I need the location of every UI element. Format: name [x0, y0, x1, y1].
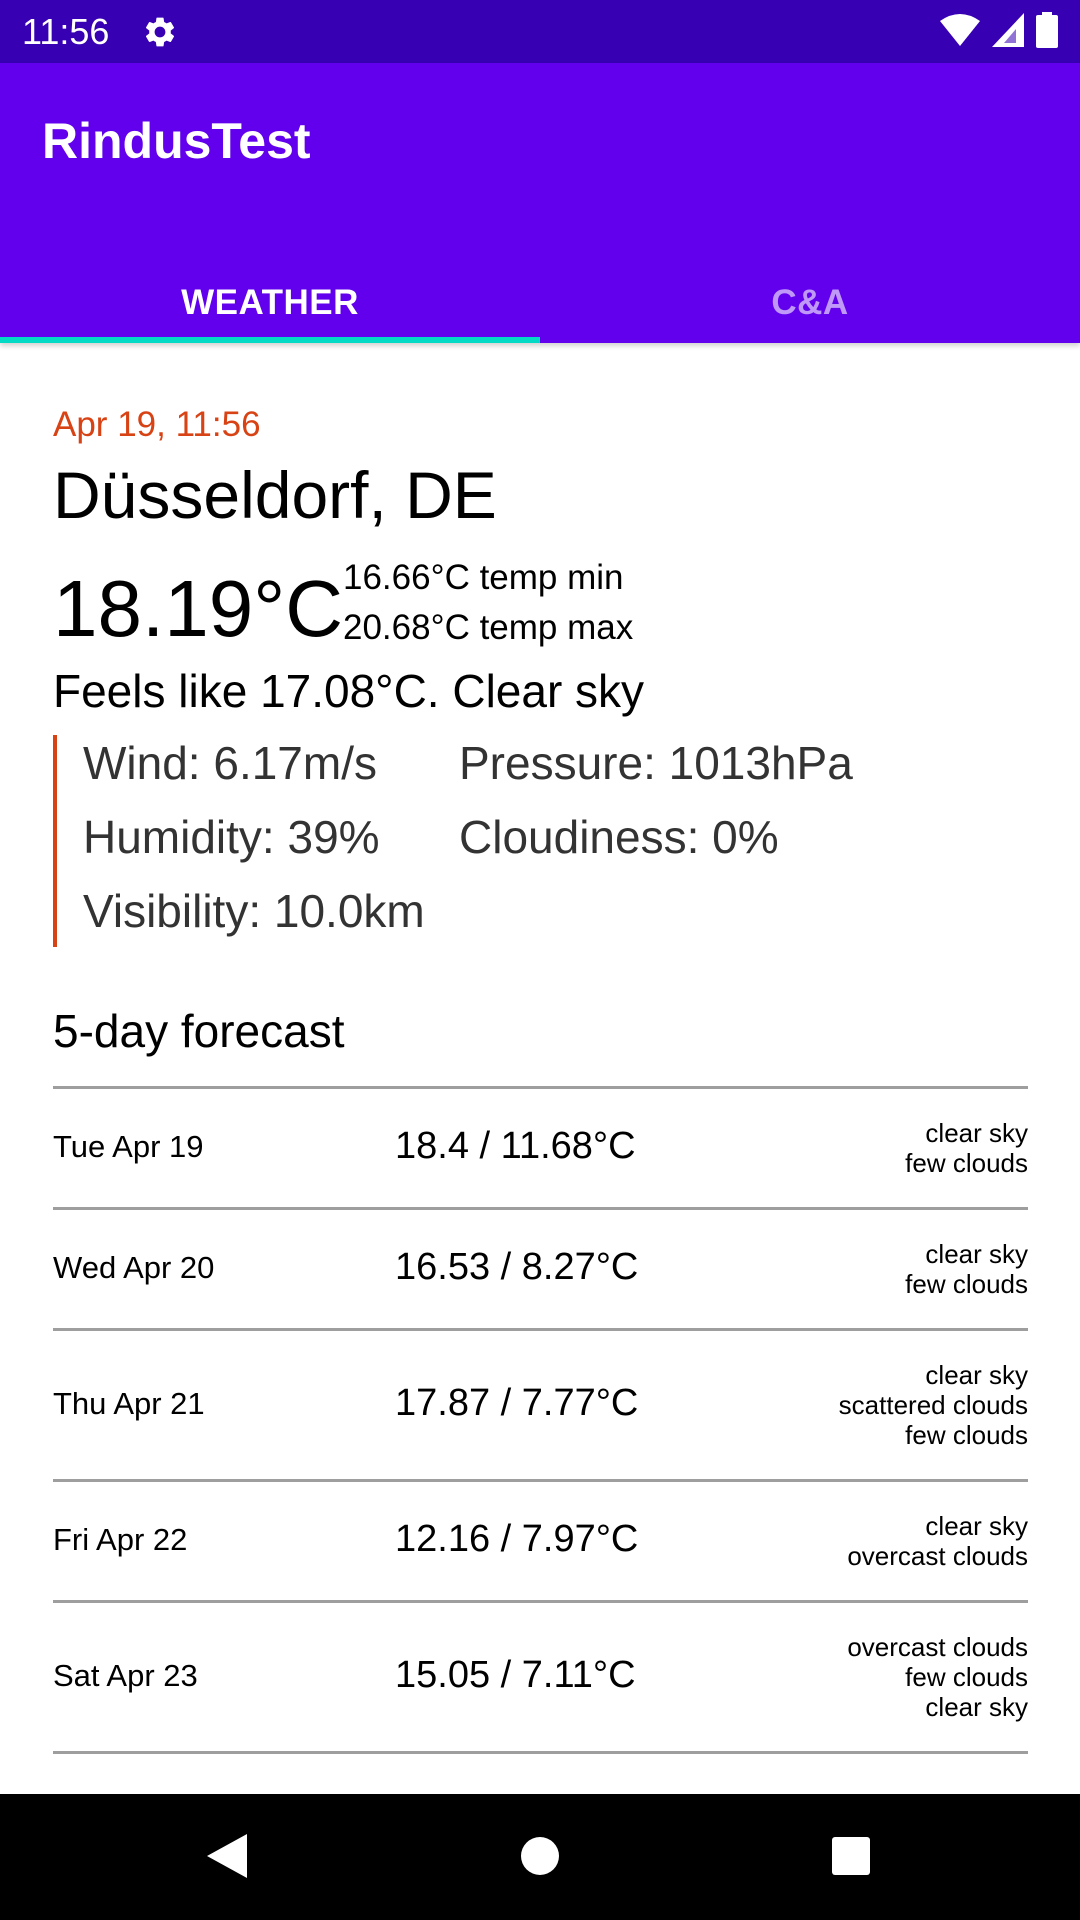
- forecast-temp: 16.53 / 8.27°C: [395, 1246, 639, 1288]
- battery-icon: [1036, 11, 1058, 53]
- wifi-icon: [940, 13, 980, 52]
- forecast-day: Tue Apr 19: [53, 1129, 204, 1164]
- forecast-desc-line: clear sky: [925, 1118, 1028, 1148]
- weather-details: Wind: 6.17m/s Pressure: 1013hPa Humidity…: [53, 735, 953, 947]
- temp-max: 20.68°C temp max: [343, 608, 634, 647]
- forecast-day: Thu Apr 21: [53, 1386, 205, 1421]
- forecast-day: Fri Apr 22: [53, 1522, 188, 1557]
- forecast-row: Thu Apr 21 17.87 / 7.77°C clear sky scat…: [53, 1331, 1028, 1479]
- current-temperature: 18.19°C: [53, 564, 343, 653]
- forecast-temp: 18.4 / 11.68°C: [395, 1125, 636, 1167]
- forecast-description: overcast clouds few clouds clear sky: [847, 1632, 1028, 1722]
- forecast-row: Fri Apr 22 12.16 / 7.97°C clear sky over…: [53, 1482, 1028, 1600]
- tab-weather[interactable]: WEATHER: [0, 263, 540, 343]
- forecast-row: Wed Apr 20 16.53 / 8.27°C clear sky few …: [53, 1210, 1028, 1328]
- wind-value: Wind: 6.17m/s: [83, 737, 377, 789]
- forecast-description: clear sky scattered clouds few clouds: [839, 1360, 1028, 1450]
- forecast-temp: 17.87 / 7.77°C: [395, 1382, 639, 1424]
- recents-icon[interactable]: [826, 1831, 876, 1881]
- forecast-desc-line: few clouds: [905, 1148, 1028, 1178]
- forecast-desc-line: few clouds: [905, 1662, 1028, 1692]
- forecast-title: 5-day forecast: [53, 1005, 345, 1057]
- signal-icon: [992, 12, 1024, 52]
- forecast-desc-line: clear sky: [925, 1511, 1028, 1541]
- status-bar: 11:56: [0, 0, 1080, 63]
- forecast-desc-line: few clouds: [905, 1269, 1028, 1299]
- city-name: Düsseldorf, DE: [53, 458, 497, 532]
- forecast-row: Sat Apr 23 15.05 / 7.11°C overcast cloud…: [53, 1603, 1028, 1751]
- divider: [53, 1751, 1028, 1754]
- temp-range: 16.66°C temp min 20.68°C temp max: [343, 553, 633, 653]
- forecast-desc-line: overcast clouds: [847, 1541, 1028, 1571]
- navigation-bar: [0, 1794, 1080, 1920]
- forecast-description: clear sky overcast clouds: [847, 1511, 1028, 1571]
- gear-icon: [142, 14, 178, 50]
- forecast-day: Wed Apr 20: [53, 1250, 215, 1285]
- feels-like: Feels like 17.08°C. Clear sky: [53, 665, 645, 717]
- tab-indicator: [0, 337, 540, 343]
- forecast-temp: 12.16 / 7.97°C: [395, 1518, 639, 1560]
- temp-min: 16.66°C temp min: [343, 558, 624, 597]
- app-title: RindusTest: [42, 113, 311, 169]
- forecast-desc-line: overcast clouds: [847, 1632, 1028, 1662]
- forecast-desc-line: clear sky: [925, 1692, 1028, 1722]
- forecast-day: Sat Apr 23: [53, 1658, 198, 1693]
- home-icon[interactable]: [515, 1831, 565, 1881]
- forecast-description: clear sky few clouds: [905, 1118, 1028, 1178]
- forecast-temp: 15.05 / 7.11°C: [395, 1654, 636, 1696]
- back-icon[interactable]: [202, 1831, 252, 1881]
- status-time: 11:56: [22, 11, 110, 52]
- forecast-row: Tue Apr 19 18.4 / 11.68°C clear sky few …: [53, 1089, 1028, 1207]
- pressure-value: Pressure: 1013hPa: [459, 737, 853, 789]
- cloudiness-value: Cloudiness: 0%: [459, 811, 779, 863]
- forecast-list: Tue Apr 19 18.4 / 11.68°C clear sky few …: [53, 1086, 1028, 1754]
- forecast-description: clear sky few clouds: [905, 1239, 1028, 1299]
- forecast-desc-line: clear sky: [925, 1360, 1028, 1390]
- humidity-value: Humidity: 39%: [83, 811, 380, 863]
- tab-bar: WEATHER C&A: [0, 263, 1080, 343]
- weather-date: Apr 19, 11:56: [53, 405, 261, 444]
- forecast-desc-line: clear sky: [925, 1239, 1028, 1269]
- app-bar: RindusTest WEATHER C&A: [0, 63, 1080, 343]
- tab-c-and-a[interactable]: C&A: [540, 263, 1080, 343]
- forecast-desc-line: few clouds: [905, 1420, 1028, 1450]
- visibility-value: Visibility: 10.0km: [83, 885, 425, 937]
- forecast-desc-line: scattered clouds: [838, 1390, 1028, 1420]
- status-icons: [940, 11, 1058, 53]
